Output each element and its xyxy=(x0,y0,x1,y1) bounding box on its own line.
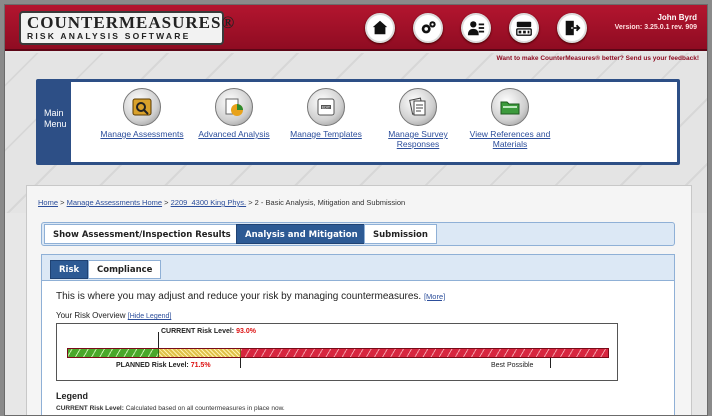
subtab-risk[interactable]: Risk xyxy=(50,260,89,279)
risk-bar xyxy=(67,348,609,358)
risk-overview-box: CURRENT Risk Level: 93.0% PLANNED Risk L… xyxy=(56,323,618,381)
menu-item-advanced-analysis[interactable]: Advanced Analysis xyxy=(189,88,279,139)
intro-text: This is where you may adjust and reduce … xyxy=(56,291,445,302)
settings-icon[interactable] xyxy=(413,13,443,43)
breadcrumb-current: > 2 - Basic Analysis, Mitigation and Sub… xyxy=(248,198,406,207)
overview-title: Your Risk Overview xyxy=(56,311,126,320)
tab-show-results[interactable]: Show Assessment/Inspection Results xyxy=(44,224,240,244)
current-risk-value: 93.0% xyxy=(236,328,256,335)
planned-risk-value: 71.5% xyxy=(190,362,211,369)
folder-icon[interactable] xyxy=(491,88,529,126)
menu-link-label[interactable]: View References and Materials xyxy=(465,129,555,149)
sub-tabs: Risk Compliance xyxy=(42,255,674,281)
legend-title: Legend xyxy=(56,391,89,401)
breadcrumb-assessment[interactable]: 2209_4300 King Phys. xyxy=(171,198,246,207)
menu-link-label[interactable]: Advanced Analysis xyxy=(189,129,279,139)
logout-icon[interactable] xyxy=(557,13,587,43)
intro-sentence: This is where you may adjust and reduce … xyxy=(56,291,422,302)
menu-link-label[interactable]: Manage Survey Responses xyxy=(373,129,463,149)
breadcrumb: Home > Manage Assessments Home > 2209_43… xyxy=(38,198,405,207)
tab-submission[interactable]: Submission xyxy=(364,224,437,244)
planned-risk-label: PLANNED Risk Level: 71.5% xyxy=(116,362,211,369)
menu-item-view-references[interactable]: View References and Materials xyxy=(465,88,555,149)
analysis-panel: Risk Compliance This is where you may ad… xyxy=(41,254,675,415)
assessment-icon[interactable] xyxy=(123,88,161,126)
main-menu: Main Menu Manage Assessments Advanced An… xyxy=(36,79,680,165)
breadcrumb-separator: > xyxy=(164,198,169,207)
tab-analysis-mitigation[interactable]: Analysis and Mitigation xyxy=(236,224,367,244)
app-logo[interactable]: COUNTERMEASURES® RISK ANALYSIS SOFTWARE xyxy=(19,11,236,45)
hide-legend-link[interactable]: [Hide Legend] xyxy=(128,313,172,320)
survey-icon[interactable] xyxy=(399,88,437,126)
version-text: Version: 3.25.0.1 rev. 909 xyxy=(614,24,697,31)
current-risk-label-text: CURRENT Risk Level: xyxy=(161,328,235,335)
legend-current-text: Calculated based on all countermeasures … xyxy=(125,405,285,412)
menu-item-manage-survey-responses[interactable]: Manage Survey Responses xyxy=(373,88,463,149)
menu-item-manage-assessments[interactable]: Manage Assessments xyxy=(97,88,187,139)
risk-bar-best-segment xyxy=(68,349,159,357)
chart-pie-icon[interactable] xyxy=(215,88,253,126)
best-possible-marker xyxy=(550,358,551,368)
edit-icon[interactable]: EDIT xyxy=(307,88,345,126)
svg-text:EDIT: EDIT xyxy=(322,105,331,109)
menu-link-label[interactable]: Manage Templates xyxy=(281,129,371,139)
risk-bar-planned-segment xyxy=(159,349,241,357)
feedback-link[interactable]: Want to make CounterMeasures® better? Se… xyxy=(497,55,699,62)
breadcrumb-separator: > xyxy=(60,198,65,207)
home-icon[interactable] xyxy=(365,13,395,43)
subtab-compliance[interactable]: Compliance xyxy=(88,260,162,279)
breadcrumb-manage-assessments[interactable]: Manage Assessments Home xyxy=(67,198,162,207)
best-possible-label: Best Possible xyxy=(491,362,534,369)
current-risk-label: CURRENT Risk Level: 93.0% xyxy=(161,328,256,335)
content-panel: Home > Manage Assessments Home > 2209_43… xyxy=(26,185,692,415)
more-link[interactable]: [More] xyxy=(424,292,445,301)
logo-subtitle: RISK ANALYSIS SOFTWARE xyxy=(27,31,191,41)
planned-risk-marker xyxy=(240,358,241,368)
breadcrumb-home[interactable]: Home xyxy=(38,198,58,207)
user-info: John Byrd Version: 3.25.0.1 rev. 909 xyxy=(615,13,697,33)
header-bar: COUNTERMEASURES® RISK ANALYSIS SOFTWARE … xyxy=(5,5,707,51)
main-menu-label: Main Menu xyxy=(39,82,71,162)
legend-current-line: CURRENT Risk Level: Calculated based on … xyxy=(56,405,285,412)
current-risk-marker xyxy=(158,332,159,348)
app-window: COUNTERMEASURES® RISK ANALYSIS SOFTWARE … xyxy=(4,4,708,416)
users-icon[interactable] xyxy=(461,13,491,43)
planned-risk-label-text: PLANNED Risk Level: xyxy=(116,362,189,369)
user-name: John Byrd xyxy=(657,13,697,22)
menu-item-manage-templates[interactable]: EDIT Manage Templates xyxy=(281,88,371,139)
main-tabs: Show Assessment/Inspection Results Analy… xyxy=(41,222,675,246)
risk-overview-heading: Your Risk Overview [Hide Legend] xyxy=(56,311,171,320)
logo-title: COUNTERMEASURES® xyxy=(27,13,236,32)
menu-link-label[interactable]: Manage Assessments xyxy=(97,129,187,139)
legend-current-label: CURRENT Risk Level: xyxy=(56,405,124,412)
new-feature-icon[interactable] xyxy=(509,13,539,43)
